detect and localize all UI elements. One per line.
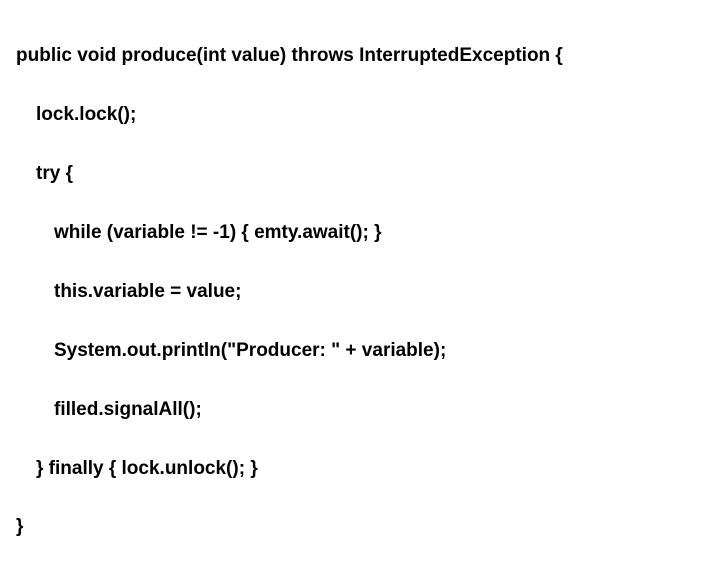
code-line: } finally { lock.unlock(); } bbox=[16, 454, 704, 483]
code-line: try { bbox=[16, 159, 704, 188]
code-line: System.out.println("Producer: " + variab… bbox=[16, 336, 704, 365]
code-line: } bbox=[16, 512, 704, 541]
code-line: lock.lock(); bbox=[16, 100, 704, 129]
code-line: this.variable = value; bbox=[16, 277, 704, 306]
code-line: public void produce(int value) throws In… bbox=[16, 41, 704, 70]
code-snippet: public void produce(int value) throws In… bbox=[16, 12, 704, 571]
code-line: filled.signalAll(); bbox=[16, 395, 704, 424]
code-line: while (variable != -1) { emty.await(); } bbox=[16, 218, 704, 247]
